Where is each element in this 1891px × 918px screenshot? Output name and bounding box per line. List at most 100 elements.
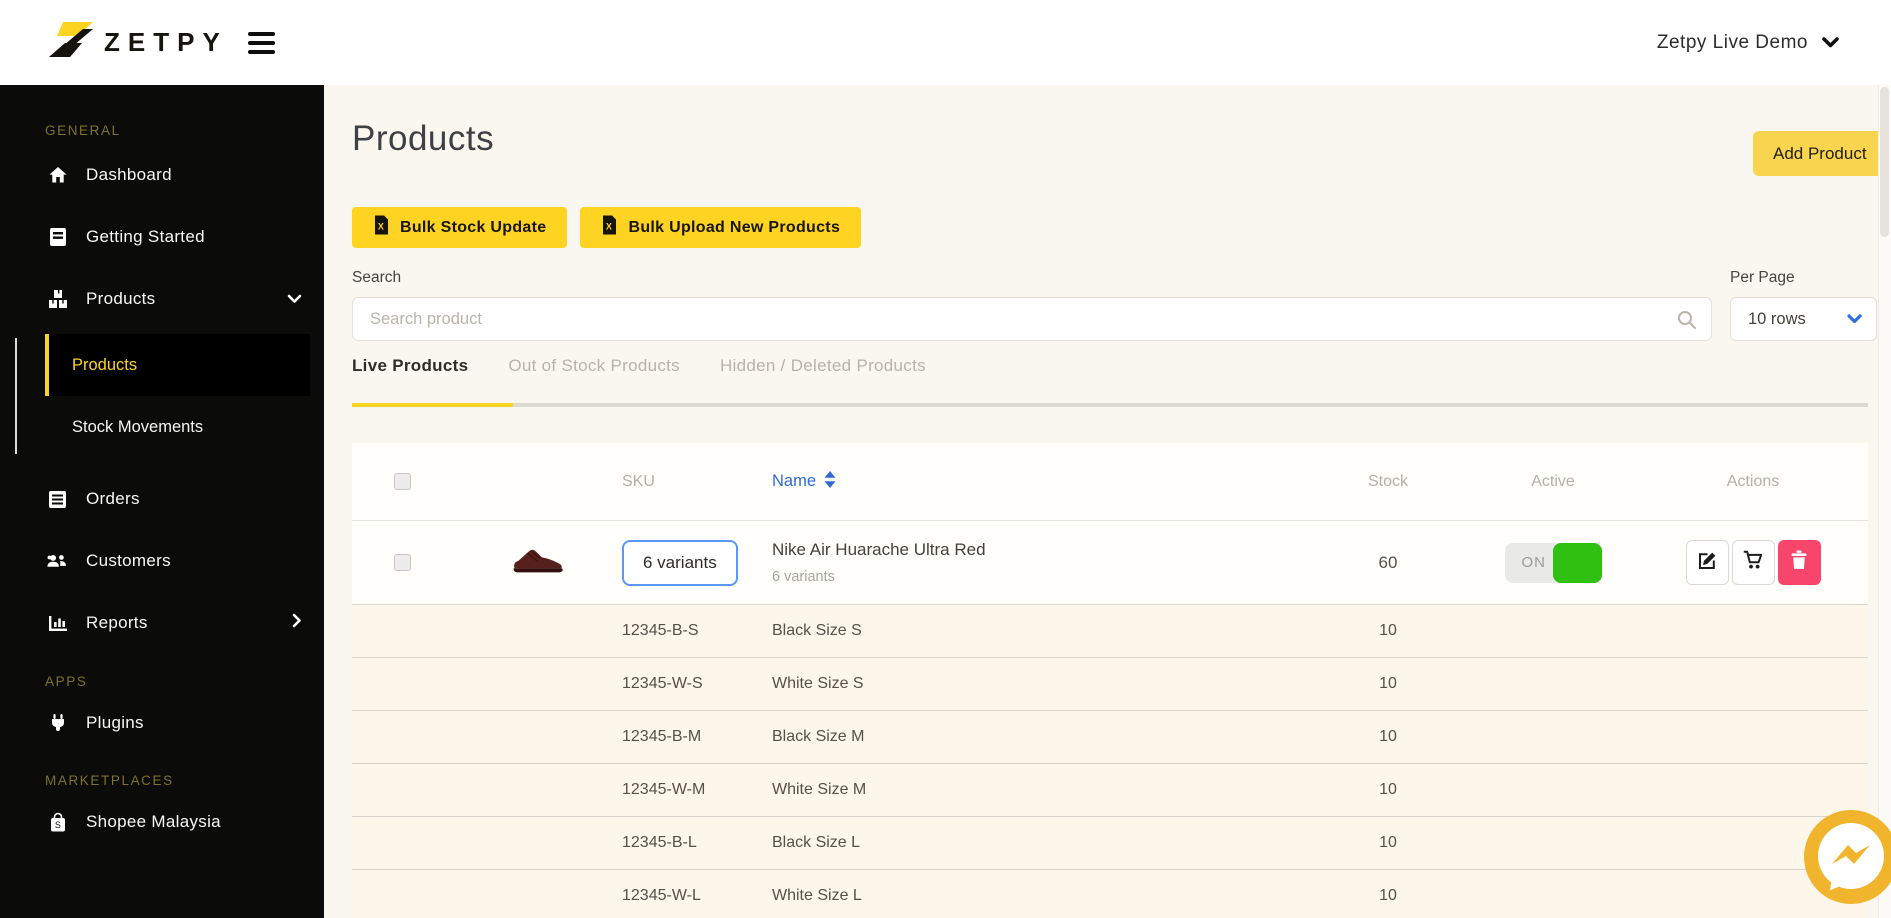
stock-column-header: Stock <box>1367 472 1408 490</box>
brand-name: ZETPY <box>104 27 228 57</box>
chevron-down-icon <box>287 289 302 309</box>
messenger-bolt-icon <box>1832 845 1870 864</box>
bulk-upload-label: Bulk Upload New Products <box>628 218 841 236</box>
sku-column-header: SKU <box>622 472 655 490</box>
chevron-right-icon <box>292 613 302 633</box>
per-page-select[interactable]: 10 rows <box>1730 297 1877 341</box>
variant-stock: 10 <box>1379 675 1397 692</box>
sidebar-item-label: Dashboard <box>86 165 172 184</box>
sidebar-item-label: Orders <box>86 489 140 508</box>
table-header-row: SKU Name Stock Active Actions <box>352 443 1868 521</box>
top-bar: ZETPY Zetpy Live Demo <box>0 0 1891 85</box>
variant-row: 12345-B-S Black Size S 10 <box>352 605 1868 658</box>
brand-logo[interactable]: ZETPY <box>48 21 228 64</box>
search-label: Search <box>352 269 402 286</box>
svg-text:X: X <box>606 222 612 232</box>
section-label-apps: APPS <box>45 674 88 689</box>
section-label-general: GENERAL <box>45 123 121 138</box>
sidebar-item-shopee-malaysia[interactable]: S Shopee Malaysia <box>0 794 324 850</box>
sidebar-subitem-label: Stock Movements <box>72 417 204 436</box>
cart-button[interactable] <box>1731 540 1775 585</box>
bulk-upload-new-products-button[interactable]: X Bulk Upload New Products <box>580 207 862 248</box>
bulk-actions-row: X Bulk Stock Update X Bulk Upload New Pr… <box>352 207 862 248</box>
variant-row: 12345-B-L Black Size L 10 <box>352 817 1868 870</box>
home-icon <box>47 165 68 186</box>
active-toggle[interactable]: ON <box>1504 542 1602 583</box>
edit-icon <box>1698 551 1717 575</box>
search-icon <box>1676 309 1697 335</box>
search-input[interactable] <box>352 297 1712 341</box>
bulk-stock-update-label: Bulk Stock Update <box>400 218 547 236</box>
zetpy-logo-icon <box>48 21 94 64</box>
variant-stock: 10 <box>1379 834 1397 851</box>
sidebar-item-products[interactable]: Products <box>0 268 324 330</box>
tab-hidden-deleted-products[interactable]: Hidden / Deleted Products <box>720 356 926 390</box>
variant-stock: 10 <box>1379 622 1397 639</box>
add-product-button[interactable]: Add Product <box>1753 131 1891 176</box>
variant-sku: 12345-W-L <box>622 887 701 904</box>
product-tabs: Live Products Out of Stock Products Hidd… <box>352 356 926 390</box>
main-content: Products Add Product X Bulk Stock Update… <box>324 85 1891 918</box>
variant-name: Black Size S <box>772 622 862 639</box>
name-column-label: Name <box>772 472 817 490</box>
variant-row: 12345-W-S White Size S 10 <box>352 658 1868 711</box>
cart-icon <box>1743 550 1764 575</box>
messenger-chat-button[interactable] <box>1804 810 1891 904</box>
toggle-state-label: ON <box>1521 553 1546 571</box>
sidebar-item-getting-started[interactable]: Getting Started <box>0 206 324 268</box>
bar-chart-icon <box>47 613 68 634</box>
bulk-stock-update-button[interactable]: X Bulk Stock Update <box>352 207 568 248</box>
svg-text:X: X <box>378 222 384 232</box>
actions-column-header: Actions <box>1726 472 1780 490</box>
tab-out-of-stock-products[interactable]: Out of Stock Products <box>508 356 680 390</box>
tab-live-products[interactable]: Live Products <box>352 356 468 390</box>
edit-product-button[interactable] <box>1685 540 1729 585</box>
sidebar-item-label: Plugins <box>86 713 144 732</box>
products-submenu: Products Stock Movements <box>0 334 324 458</box>
row-checkbox[interactable] <box>393 554 411 571</box>
page-title: Products <box>352 119 495 158</box>
sidebar-subitem-products[interactable]: Products <box>45 334 310 396</box>
variant-name: White Size M <box>772 781 867 798</box>
sidebar-item-label: Reports <box>86 613 148 632</box>
sidebar-item-label: Products <box>86 289 156 308</box>
scrollbar[interactable] <box>1878 85 1891 918</box>
scrollbar-thumb[interactable] <box>1880 87 1889 237</box>
boxes-icon <box>47 289 68 310</box>
section-label-marketplaces: MARKETPLACES <box>45 773 174 788</box>
trash-icon <box>1790 550 1808 575</box>
sidebar-item-customers[interactable]: Customers <box>0 530 324 592</box>
variant-row: 12345-W-M White Size M 10 <box>352 764 1868 817</box>
variant-row: 12345-W-L White Size L 10 <box>352 870 1868 918</box>
name-column-header[interactable]: Name <box>772 470 1308 493</box>
sidebar-item-label: Getting Started <box>86 227 205 246</box>
svg-text:S: S <box>54 820 60 830</box>
variant-stock: 10 <box>1379 887 1397 904</box>
account-label: Zetpy Live Demo <box>1656 31 1808 53</box>
sidebar-item-plugins[interactable]: Plugins <box>0 695 324 751</box>
variants-button[interactable]: 6 variants <box>622 539 738 586</box>
account-menu[interactable]: Zetpy Live Demo <box>1657 32 1839 54</box>
sidebar-subitem-stock-movements[interactable]: Stock Movements <box>0 396 324 458</box>
toggle-knob <box>1552 542 1602 583</box>
delete-product-button[interactable] <box>1777 540 1821 585</box>
variant-sku: 12345-B-L <box>622 834 697 851</box>
sidebar-item-dashboard[interactable]: Dashboard <box>0 144 324 206</box>
sidebar-item-label: Customers <box>86 551 171 570</box>
excel-file-icon: X <box>373 215 389 240</box>
sneaker-product-image <box>509 544 565 581</box>
variant-stock: 10 <box>1379 728 1397 745</box>
variant-name: Black Size L <box>772 834 861 851</box>
sidebar-subitem-label: Products <box>72 355 138 374</box>
shopee-bag-icon: S <box>47 812 68 833</box>
hamburger-menu-icon[interactable] <box>244 28 279 58</box>
sidebar-item-orders[interactable]: Orders <box>0 468 324 530</box>
users-icon <box>47 551 68 572</box>
product-row: 6 variants Nike Air Huarache Ultra Red 6… <box>352 521 1868 605</box>
sidebar-item-reports[interactable]: Reports <box>0 592 324 654</box>
submenu-guide-line <box>15 338 17 454</box>
variant-row: 12345-B-M Black Size M 10 <box>352 711 1868 764</box>
product-stock: 60 <box>1378 552 1398 572</box>
excel-file-icon: X <box>601 215 617 240</box>
select-all-checkbox[interactable] <box>393 473 411 490</box>
